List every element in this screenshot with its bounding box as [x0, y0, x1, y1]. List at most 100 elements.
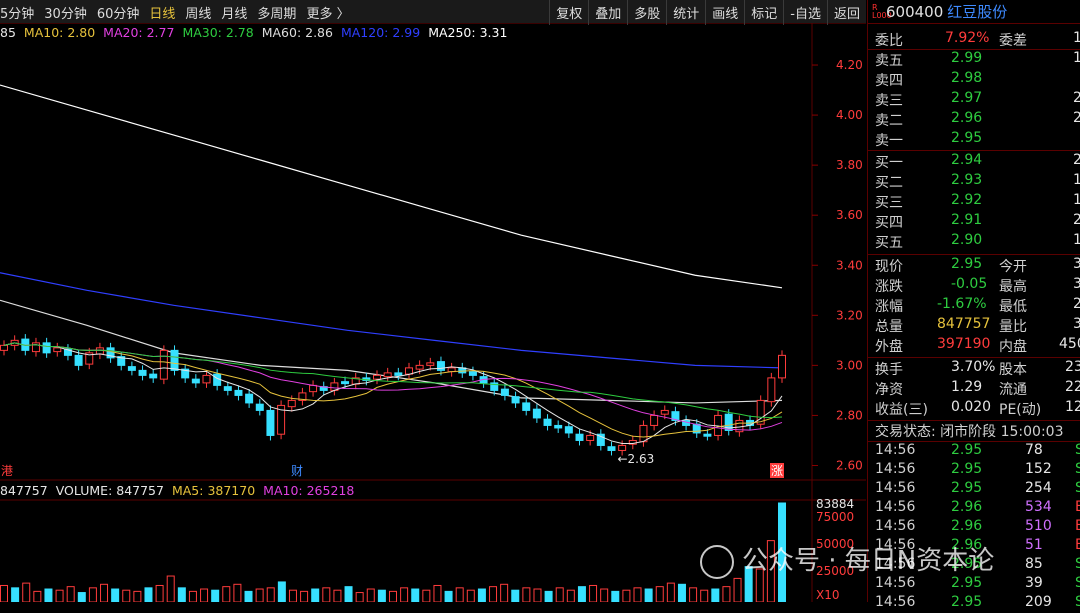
cell: 净资 — [875, 382, 903, 398]
candle-body — [703, 433, 712, 437]
volume-bar — [466, 589, 475, 602]
volume-bar — [244, 590, 253, 602]
period-tab-0[interactable]: 5分钟 — [0, 3, 34, 22]
period-tab-1[interactable]: 30分钟 — [44, 3, 87, 22]
tool-button-3[interactable]: 统计 — [666, 0, 705, 25]
cell: 股本 — [999, 362, 1027, 378]
volume-bar — [689, 587, 698, 602]
candle-body — [436, 361, 445, 371]
candle-body — [255, 403, 264, 411]
cell: 委差 — [999, 33, 1027, 49]
divider — [868, 150, 1080, 151]
volume-bar — [522, 587, 531, 602]
candle-body — [426, 362, 435, 366]
candle-body — [383, 372, 392, 378]
period-tab-2[interactable]: 60分钟 — [97, 3, 140, 22]
period-tab-7[interactable]: 更多 〉 — [306, 3, 349, 22]
tool-button-1[interactable]: 叠加 — [588, 0, 627, 25]
price-tick-label: 3.20 — [836, 308, 863, 322]
tool-button-7[interactable]: 返回 — [826, 0, 866, 25]
period-tab-4[interactable]: 周线 — [185, 3, 211, 22]
volume-bar — [566, 589, 575, 602]
cell: 847757 — [937, 316, 991, 332]
candle-body — [660, 409, 669, 415]
volume-bar — [577, 586, 586, 602]
cell: S — [1075, 442, 1080, 458]
kline-chart[interactable]: 4.20 4.00 3.80 3.60 3.40 3.20 3.00 2.80 2.60 ←2.6… — [0, 23, 866, 602]
stock-name[interactable]: 红豆股份 — [947, 1, 1007, 22]
volume-bar — [322, 587, 331, 602]
cell: S — [1075, 594, 1080, 610]
tool-button-0[interactable]: 复权 — [549, 0, 588, 25]
volume-bar — [200, 588, 209, 602]
cell: 2.90 — [951, 232, 983, 248]
tool-button-2[interactable]: 多股 — [627, 0, 666, 25]
cell: 22 — [1065, 379, 1080, 395]
volume-bar — [177, 587, 186, 602]
price-tick-label: 4.00 — [836, 108, 863, 122]
period-tab-5[interactable]: 月线 — [221, 3, 247, 22]
candle-body — [266, 409, 275, 436]
candle-body — [95, 347, 104, 355]
tick-row: 14:56 2.95 254 S — [875, 480, 1080, 499]
volume-tick-label: X10 — [816, 588, 840, 602]
cell: 2.96 — [951, 499, 983, 515]
event-mark[interactable]: 涨 — [771, 463, 783, 478]
cell: 450 — [1059, 336, 1080, 352]
cell: 2.93 — [951, 172, 983, 188]
volume-bar — [444, 590, 453, 602]
candle-body — [341, 381, 350, 385]
volume-bar — [400, 587, 409, 602]
candle-body — [639, 424, 648, 443]
candle-body — [767, 377, 776, 403]
volume-bar — [422, 589, 431, 602]
candle-body — [309, 384, 318, 393]
volume-bar — [722, 586, 731, 602]
tool-button-5[interactable]: 标记 — [744, 0, 783, 25]
cell: 买五 — [875, 235, 903, 251]
cell: 1 — [1073, 192, 1080, 208]
candle-body — [0, 344, 8, 351]
event-mark[interactable]: 财 — [291, 464, 303, 478]
candle-body — [159, 349, 168, 380]
bid-row: 买一 2.94 2 — [875, 152, 1080, 172]
volume-bar — [277, 581, 286, 602]
period-tab-6[interactable]: 多周期 — [257, 3, 296, 22]
cell: 3 — [1073, 256, 1080, 272]
candle-body — [74, 354, 83, 366]
volume-bar — [111, 588, 120, 602]
toolbar: 5分钟 30分钟 60分钟 日线 周线 月线 多周期 更多 〉 复权 叠加 多股 统计 画线 标记 -自选… — [0, 0, 866, 25]
cell: 今开 — [999, 259, 1027, 275]
volume-bar — [433, 584, 442, 602]
bid-row: 买二 2.93 1 — [875, 172, 1080, 192]
cell: PE(动) — [999, 402, 1042, 418]
volume-legend-item: MA5: 387170 — [171, 483, 256, 498]
volume-bar — [489, 586, 498, 602]
cell: 收益(三) — [875, 402, 928, 418]
candle-body — [223, 386, 232, 391]
cell: 1 — [1073, 30, 1080, 46]
cell: 现价 — [875, 259, 903, 275]
cell: 39 — [1025, 575, 1043, 591]
cell: 涨跌 — [875, 279, 903, 295]
quote-row: 总量 847757 量比 3 — [875, 316, 1080, 336]
bid-row: 买四 2.91 2 — [875, 212, 1080, 232]
cell: 2 — [1073, 152, 1080, 168]
ask-row: 卖五 2.99 1 — [875, 50, 1080, 70]
tool-button-4[interactable]: 画线 — [705, 0, 744, 25]
volume-bar — [533, 588, 542, 602]
ask-row: 卖四 2.98 — [875, 70, 1080, 90]
stats-row: 收益(三) 0.020 PE(动) 12 — [875, 399, 1080, 419]
cell: 2.99 — [951, 50, 983, 66]
tool-button-6[interactable]: -自选 — [783, 0, 827, 25]
tick-row: 14:56 2.96 534 B — [875, 499, 1080, 518]
cell: 14:56 — [875, 594, 916, 610]
stock-code[interactable]: 600400 — [886, 3, 943, 21]
period-tab-3[interactable]: 日线 — [149, 3, 175, 22]
candle-body — [522, 402, 531, 411]
cell: 14:56 — [875, 442, 916, 458]
event-mark[interactable]: 港 — [1, 464, 13, 478]
cell: 2.95 — [951, 594, 983, 610]
cell: S — [1075, 461, 1080, 477]
candle-body — [650, 414, 659, 426]
